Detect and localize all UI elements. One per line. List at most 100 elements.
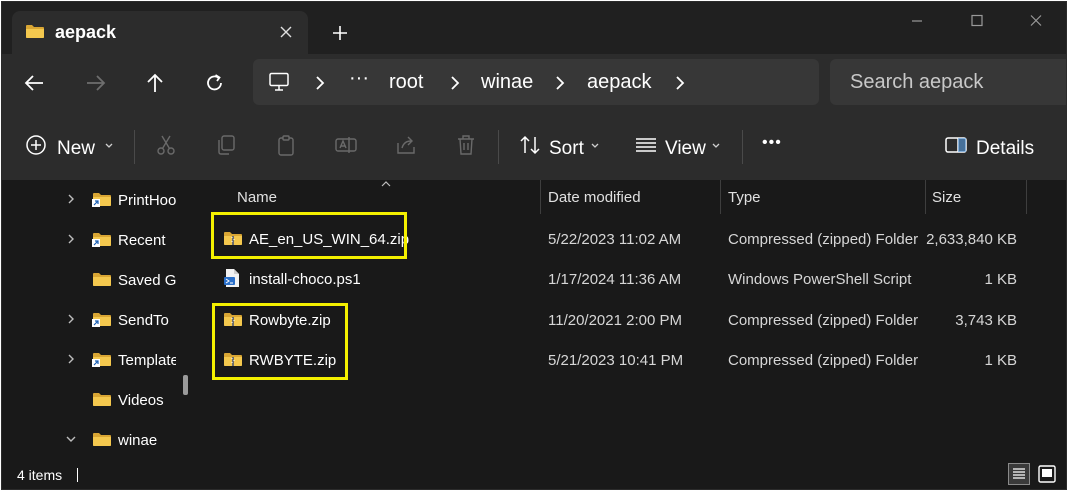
refresh-button[interactable] <box>200 70 230 96</box>
search-box[interactable]: Search aepack <box>830 59 1066 105</box>
tree-item-recent[interactable]: Recent <box>2 220 187 260</box>
tree-item-videos[interactable]: Videos <box>2 380 187 420</box>
column-header-label: Type <box>728 189 761 206</box>
chevron-down-icon[interactable] <box>104 142 114 150</box>
file-date: 11/20/2021 2:00 PM <box>548 312 682 329</box>
close-window-icon[interactable] <box>1026 14 1046 28</box>
folder-icon <box>92 191 112 207</box>
search-placeholder: Search aepack <box>850 71 984 93</box>
chevron-right-icon[interactable] <box>65 313 77 325</box>
tree-item-label: PrintHoo <box>118 192 176 209</box>
share-icon[interactable] <box>394 133 418 157</box>
tree-item-saved-games[interactable]: Saved Ga <box>2 260 187 300</box>
file-size: 3,743 KB <box>955 312 1017 329</box>
folder-icon <box>92 271 112 287</box>
new-button-label[interactable]: New <box>57 138 95 160</box>
details-button-label[interactable]: Details <box>976 138 1034 160</box>
folder-icon <box>92 351 112 367</box>
command-bar: New Sort View ••• Details <box>2 114 1066 181</box>
file-row[interactable]: install-choco.ps1 1/17/2024 11:36 AM Win… <box>197 260 1066 300</box>
rename-icon[interactable] <box>334 133 358 157</box>
forward-button[interactable] <box>80 70 110 96</box>
chevron-right-icon[interactable] <box>65 353 77 365</box>
breadcrumb-overflow[interactable]: ··· <box>349 67 369 90</box>
maximize-icon[interactable] <box>967 14 987 28</box>
details-pane-icon[interactable] <box>944 133 968 157</box>
this-pc-icon[interactable] <box>268 72 290 92</box>
chevron-right-icon[interactable] <box>65 233 77 245</box>
tree-item-label: SendTo <box>118 312 169 329</box>
file-explorer-window: aepack ··· root winae aepack Search aepa… <box>1 1 1067 490</box>
navigation-bar: ··· root winae aepack Search aepack <box>2 54 1066 114</box>
address-bar[interactable]: ··· root winae aepack <box>253 59 819 105</box>
tree-item-templates[interactable]: Template <box>2 340 187 380</box>
folder-icon <box>92 231 112 247</box>
file-name: install-choco.ps1 <box>249 271 361 288</box>
file-type: Compressed (zipped) Folder <box>728 312 919 329</box>
close-tab-icon[interactable] <box>278 24 294 40</box>
chevron-right-icon[interactable] <box>553 75 567 91</box>
scrollbar-thumb[interactable] <box>183 375 188 395</box>
more-options-button[interactable]: ••• <box>762 134 782 152</box>
file-size: 2,633,840 KB <box>926 231 1017 248</box>
column-header-type[interactable]: Type <box>721 180 925 214</box>
column-divider[interactable] <box>1026 180 1027 214</box>
navigation-pane: PrintHoo Recent Saved Ga SendTo Template… <box>2 180 197 460</box>
tiles-view-button[interactable] <box>1036 463 1058 485</box>
column-header-name[interactable]: Name <box>197 180 540 214</box>
paste-icon[interactable] <box>274 133 298 157</box>
breadcrumb-root[interactable]: root <box>389 71 423 94</box>
sort-button-label[interactable]: Sort <box>549 138 584 160</box>
column-header-label: Name <box>237 189 278 206</box>
up-button[interactable] <box>140 70 170 96</box>
view-button-label[interactable]: View <box>665 138 706 160</box>
tree-item-label: Videos <box>118 392 164 409</box>
file-date: 1/17/2024 11:36 AM <box>548 271 682 288</box>
breadcrumb-aepack[interactable]: aepack <box>587 71 652 94</box>
folder-icon <box>92 391 112 407</box>
file-type: Windows PowerShell Script <box>728 271 912 288</box>
tree-item-winae[interactable]: winae <box>2 420 187 460</box>
status-divider <box>77 468 78 482</box>
tree-item-label: Saved Ga <box>118 272 176 289</box>
file-date: 5/21/2023 10:41 PM <box>548 352 684 369</box>
title-bar: aepack <box>2 2 1066 54</box>
file-list: Name Date modified Type Size AE_en_US_WI… <box>197 180 1066 460</box>
folder-icon <box>92 431 112 447</box>
chevron-down-icon[interactable] <box>711 142 721 150</box>
tree-item-printhood[interactable]: PrintHoo <box>2 180 187 220</box>
tiles-view-icon <box>1038 465 1056 483</box>
column-header-size[interactable]: Size <box>926 180 1026 214</box>
minimize-icon[interactable] <box>907 14 927 28</box>
chevron-down-icon[interactable] <box>590 142 600 150</box>
sort-icon[interactable] <box>518 133 542 157</box>
chevron-right-icon[interactable] <box>65 193 77 205</box>
breadcrumb-winae[interactable]: winae <box>481 71 533 94</box>
status-bar: 4 items <box>2 460 1066 489</box>
column-header-date[interactable]: Date modified <box>541 180 720 214</box>
chevron-right-icon[interactable] <box>673 75 687 91</box>
divider <box>498 130 499 164</box>
tree-item-label: Template <box>118 352 176 369</box>
copy-icon[interactable] <box>214 133 238 157</box>
column-header-label: Size <box>932 189 962 206</box>
back-button[interactable] <box>20 70 50 96</box>
tab-aepack[interactable]: aepack <box>12 11 308 54</box>
cut-icon[interactable] <box>154 133 178 157</box>
file-size: 1 KB <box>984 271 1017 288</box>
tree-item-sendto[interactable]: SendTo <box>2 300 187 340</box>
plus-circle-icon[interactable] <box>24 133 48 157</box>
view-list-icon[interactable] <box>634 133 658 157</box>
folder-icon <box>25 23 45 39</box>
delete-icon[interactable] <box>454 133 478 157</box>
chevron-right-icon[interactable] <box>448 75 462 91</box>
details-view-button[interactable] <box>1008 463 1030 485</box>
divider <box>742 130 743 164</box>
chevron-down-icon[interactable] <box>65 433 77 445</box>
file-size: 1 KB <box>984 352 1017 369</box>
tab-title: aepack <box>55 22 117 42</box>
file-date: 5/22/2023 11:02 AM <box>548 231 682 248</box>
highlight-box <box>212 303 348 380</box>
new-tab-button[interactable] <box>329 22 351 44</box>
chevron-right-icon[interactable] <box>313 75 327 91</box>
